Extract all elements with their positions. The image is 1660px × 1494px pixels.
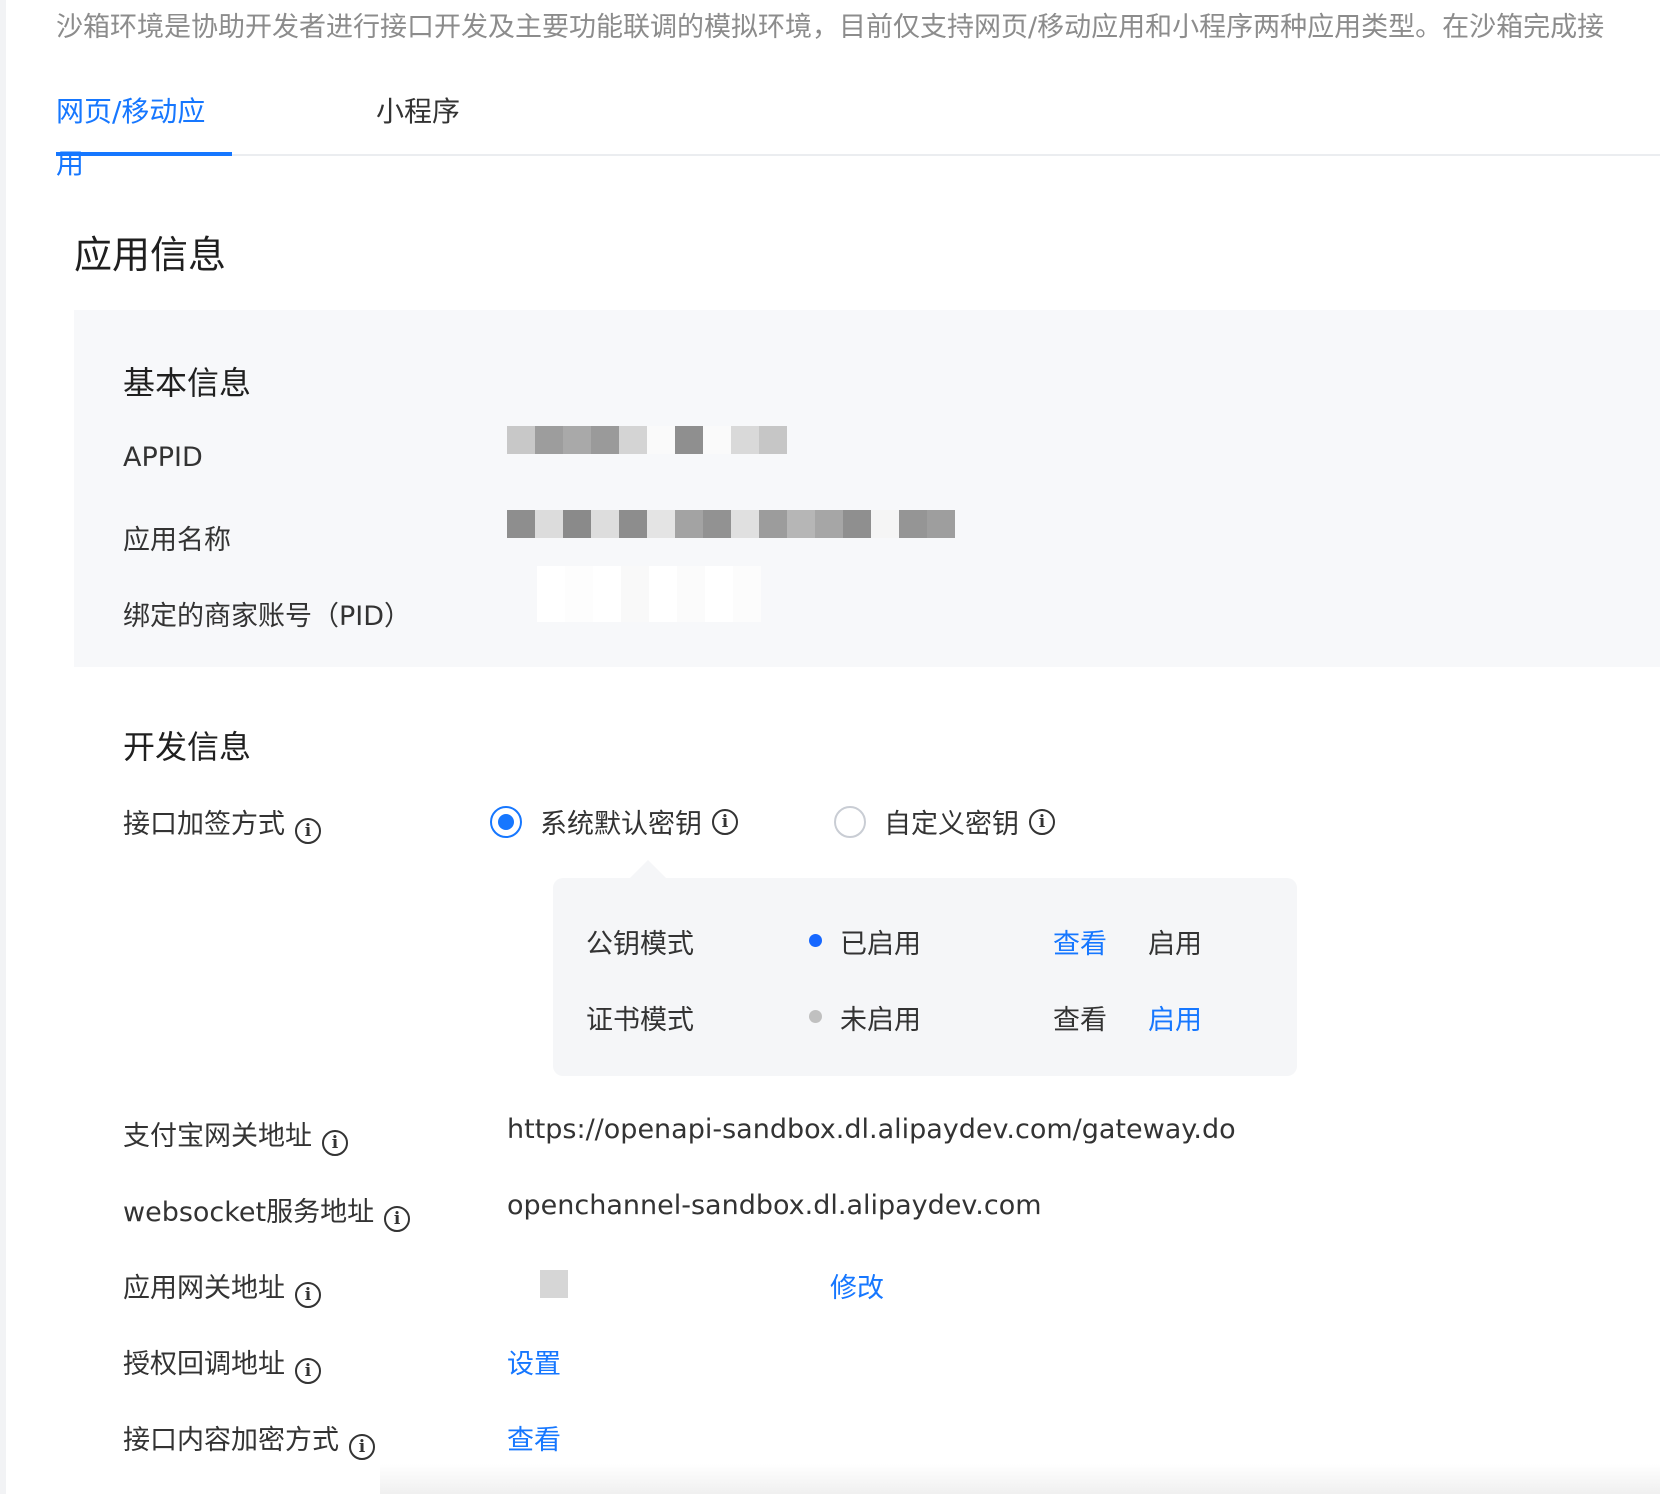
radio-unchecked-icon[interactable] (834, 805, 866, 838)
view-encrypt-link[interactable]: 查看 (507, 1418, 561, 1457)
radio-custom-key-label: 自定义密钥 (884, 809, 1019, 840)
set-auth-callback-link[interactable]: 设置 (507, 1342, 561, 1381)
pid-value-redacted (537, 566, 761, 622)
info-icon[interactable]: i (1029, 808, 1055, 835)
gateway-row: 支付宝网关地址 i (123, 1114, 348, 1156)
tab-web-mobile-app[interactable]: 网页/移动应用 (56, 86, 232, 180)
mode-status: 已启用 (840, 929, 921, 960)
radio-default-key-label: 系统默认密钥 (540, 809, 702, 840)
info-icon[interactable]: i (295, 1358, 321, 1384)
encrypt-row: 接口内容加密方式 i (123, 1418, 375, 1460)
edit-app-gateway-link[interactable]: 修改 (830, 1266, 884, 1305)
info-icon[interactable]: i (295, 818, 321, 844)
page-title: 应用信息 (74, 233, 227, 277)
info-icon[interactable]: i (384, 1206, 411, 1232)
tab-mini-program[interactable]: 小程序 (376, 86, 460, 156)
info-icon[interactable]: i (322, 1130, 348, 1156)
enable-public-key-text: 启用 (1148, 929, 1202, 960)
cert-mode-row: 证书模式 未启用 查看 启用 (553, 998, 1297, 1038)
auth-callback-label: 授权回调地址 (123, 1349, 285, 1380)
left-divider (0, 0, 6, 1494)
app-gateway-label: 应用网关地址 (123, 1273, 285, 1304)
sign-method-label: 接口加签方式 (123, 809, 285, 840)
sign-method-row: 接口加签方式 i (123, 802, 321, 844)
auth-callback-row: 授权回调地址 i (123, 1342, 321, 1384)
radio-checked-icon[interactable] (490, 805, 522, 838)
app-name-label: 应用名称 (123, 525, 231, 556)
websocket-row: websocket服务地址 i (123, 1190, 411, 1232)
appid-value-redacted (507, 426, 787, 454)
info-icon[interactable]: i (349, 1434, 375, 1460)
status-dot-icon (809, 1010, 822, 1023)
sandbox-app-page: 沙箱环境是协助开发者进行接口开发及主要功能联调的模拟环境，目前仅支持网页/移动应… (0, 0, 1660, 1494)
app-type-tabs: 网页/移动应用 小程序 (56, 86, 1660, 180)
bottom-shadow (380, 1464, 1660, 1494)
app-gateway-value-redacted (540, 1270, 568, 1298)
appid-label: APPID (123, 442, 203, 473)
app-gateway-row: 应用网关地址 i (123, 1266, 321, 1308)
radio-custom-key[interactable]: 自定义密钥 i (834, 802, 1055, 841)
intro-text: 沙箱环境是协助开发者进行接口开发及主要功能联调的模拟环境，目前仅支持网页/移动应… (56, 12, 1605, 43)
gateway-value: https://openapi-sandbox.dl.alipaydev.com… (507, 1114, 1236, 1145)
popover-arrow (630, 860, 666, 878)
mode-name: 公钥模式 (586, 929, 694, 960)
encrypt-label: 接口内容加密方式 (123, 1425, 339, 1456)
view-cert-text: 查看 (1053, 1005, 1107, 1036)
dev-info-title: 开发信息 (123, 728, 252, 766)
public-key-mode-row: 公钥模式 已启用 查看 启用 (553, 922, 1297, 962)
app-name-value-redacted (507, 510, 955, 538)
websocket-label: websocket服务地址 (123, 1197, 375, 1228)
info-icon[interactable]: i (712, 808, 738, 835)
status-dot-icon (809, 934, 822, 947)
gateway-label: 支付宝网关地址 (123, 1121, 312, 1152)
radio-default-key[interactable]: 系统默认密钥 i (490, 802, 738, 841)
websocket-value: openchannel-sandbox.dl.alipaydev.com (507, 1190, 1042, 1221)
enable-cert-link[interactable]: 启用 (1148, 998, 1202, 1037)
key-mode-popover (553, 878, 1297, 1076)
view-public-key-link[interactable]: 查看 (1053, 922, 1107, 961)
pid-label: 绑定的商家账号（PID） (123, 601, 412, 632)
mode-name: 证书模式 (586, 1005, 694, 1036)
mode-status: 未启用 (840, 1005, 921, 1036)
info-icon[interactable]: i (295, 1282, 321, 1308)
basic-info-title: 基本信息 (123, 364, 252, 402)
